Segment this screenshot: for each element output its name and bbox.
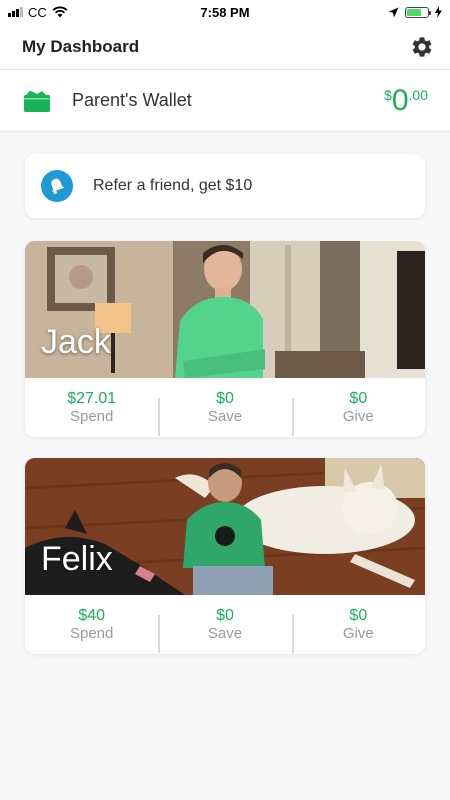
status-bar: CC 7:58 PM xyxy=(0,0,450,24)
jack-spend-value: $27.01 xyxy=(67,389,117,407)
gear-icon[interactable] xyxy=(410,35,434,59)
jack-save-value: $0 xyxy=(216,389,234,407)
felix-give-value: $0 xyxy=(349,606,368,624)
wallet-cents: .00 xyxy=(408,86,428,103)
wallet-whole: 0 xyxy=(391,83,409,117)
signal-icon xyxy=(8,7,23,17)
felix-give-stat[interactable]: $0 Give xyxy=(291,606,425,653)
wifi-icon xyxy=(52,6,68,18)
app-header: My Dashboard xyxy=(0,24,450,70)
kid-photo-jack: Jack xyxy=(25,241,425,378)
jack-give-label: Give xyxy=(342,407,374,425)
jack-save-label: Save xyxy=(207,407,243,425)
status-right xyxy=(388,6,442,18)
kid-stats-felix: $40 Spend $0 Save $0 Give xyxy=(25,595,425,654)
bell-icon xyxy=(41,170,73,202)
wallet-icon xyxy=(24,90,50,112)
kid-name-felix: Felix xyxy=(41,540,113,578)
page-title: My Dashboard xyxy=(22,36,140,56)
location-icon xyxy=(388,7,399,17)
felix-spend-value: $40 xyxy=(78,606,106,624)
battery-icon xyxy=(405,6,431,18)
parents-wallet-row[interactable]: Parent's Wallet $ 0 .00 xyxy=(0,70,450,132)
jack-spend-stat[interactable]: $27.01 Spend xyxy=(25,390,158,426)
kid-name-jack: Jack xyxy=(41,323,111,361)
felix-save-stat[interactable]: $0 Save xyxy=(158,606,291,653)
jack-spend-label: Spend xyxy=(69,407,114,425)
wallet-currency: $ xyxy=(384,86,392,103)
kid-photo-felix: Felix xyxy=(25,458,425,595)
felix-spend-stat[interactable]: $40 Spend xyxy=(25,607,158,643)
felix-save-value: $0 xyxy=(216,606,234,624)
wallet-label: Parent's Wallet xyxy=(72,90,192,110)
carrier-label: CC xyxy=(28,4,47,20)
status-left: CC xyxy=(8,5,68,20)
felix-spend-label: Spend xyxy=(69,624,114,642)
kid-card-jack[interactable]: Jack $27.01 Spend $0 Save $0 Give xyxy=(25,241,425,437)
wallet-balance: $ 0 .00 xyxy=(384,83,428,117)
felix-give-label: Give xyxy=(342,624,374,642)
jack-give-value: $0 xyxy=(349,389,368,407)
kid-card-felix[interactable]: Felix $40 Spend $0 Save $0 Give xyxy=(25,458,425,654)
jack-give-stat[interactable]: $0 Give xyxy=(291,389,425,436)
refer-friend-card[interactable]: Refer a friend, get $10 xyxy=(25,154,425,218)
kid-stats-jack: $27.01 Spend $0 Save $0 Give xyxy=(25,378,425,437)
felix-save-label: Save xyxy=(207,624,243,642)
refer-friend-label: Refer a friend, get $10 xyxy=(93,177,253,194)
charging-icon xyxy=(435,6,442,18)
jack-save-stat[interactable]: $0 Save xyxy=(158,389,291,436)
